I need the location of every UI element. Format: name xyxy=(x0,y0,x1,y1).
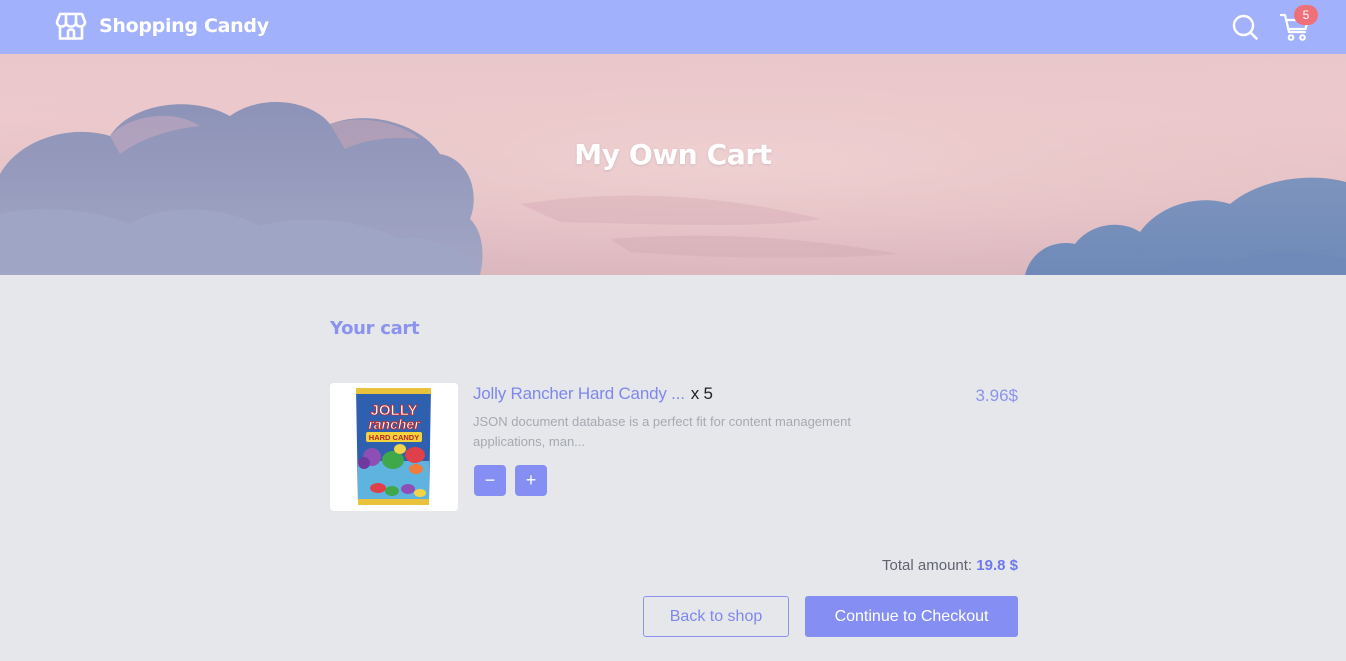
cart-item-description: JSON document database is a perfect fit … xyxy=(473,414,851,449)
cart-section-title: Your cart xyxy=(330,318,420,339)
increase-quantity-button[interactable]: + xyxy=(515,465,547,496)
cart-item-quantity: x 5 xyxy=(690,384,713,403)
cart-count-badge: 5 xyxy=(1294,5,1318,25)
candy-bag-image: JOLLY rancher HARD CANDY xyxy=(330,383,458,511)
bag-product-type: HARD CANDY xyxy=(369,433,419,442)
cart-item-image[interactable]: JOLLY rancher HARD CANDY xyxy=(330,383,458,511)
brand-logo-link[interactable]: Shopping Candy xyxy=(55,9,269,43)
cart-item-title[interactable]: Jolly Rancher Hard Candy ... x 5 xyxy=(473,384,713,404)
page-title: My Own Cart xyxy=(574,138,772,171)
top-navbar: Shopping Candy 5 xyxy=(0,0,1346,54)
cart-total: Total amount: 19.8 $ xyxy=(700,557,1018,574)
cart-item-price: 3.96$ xyxy=(975,386,1018,405)
bag-brand-word-2: rancher xyxy=(368,416,421,432)
continue-to-checkout-button[interactable]: Continue to Checkout xyxy=(805,596,1018,637)
back-to-shop-button[interactable]: Back to shop xyxy=(643,596,789,637)
search-icon[interactable] xyxy=(1231,13,1259,41)
brand-name: Shopping Candy xyxy=(99,15,269,37)
total-label: Total amount: xyxy=(882,557,973,574)
cart-item-name: Jolly Rancher Hard Candy ... xyxy=(473,384,685,403)
total-value: 19.8 $ xyxy=(976,557,1018,574)
hero-banner: My Own Cart xyxy=(0,54,1346,275)
storefront-icon xyxy=(55,12,87,40)
decrease-quantity-button[interactable]: − xyxy=(474,465,506,496)
